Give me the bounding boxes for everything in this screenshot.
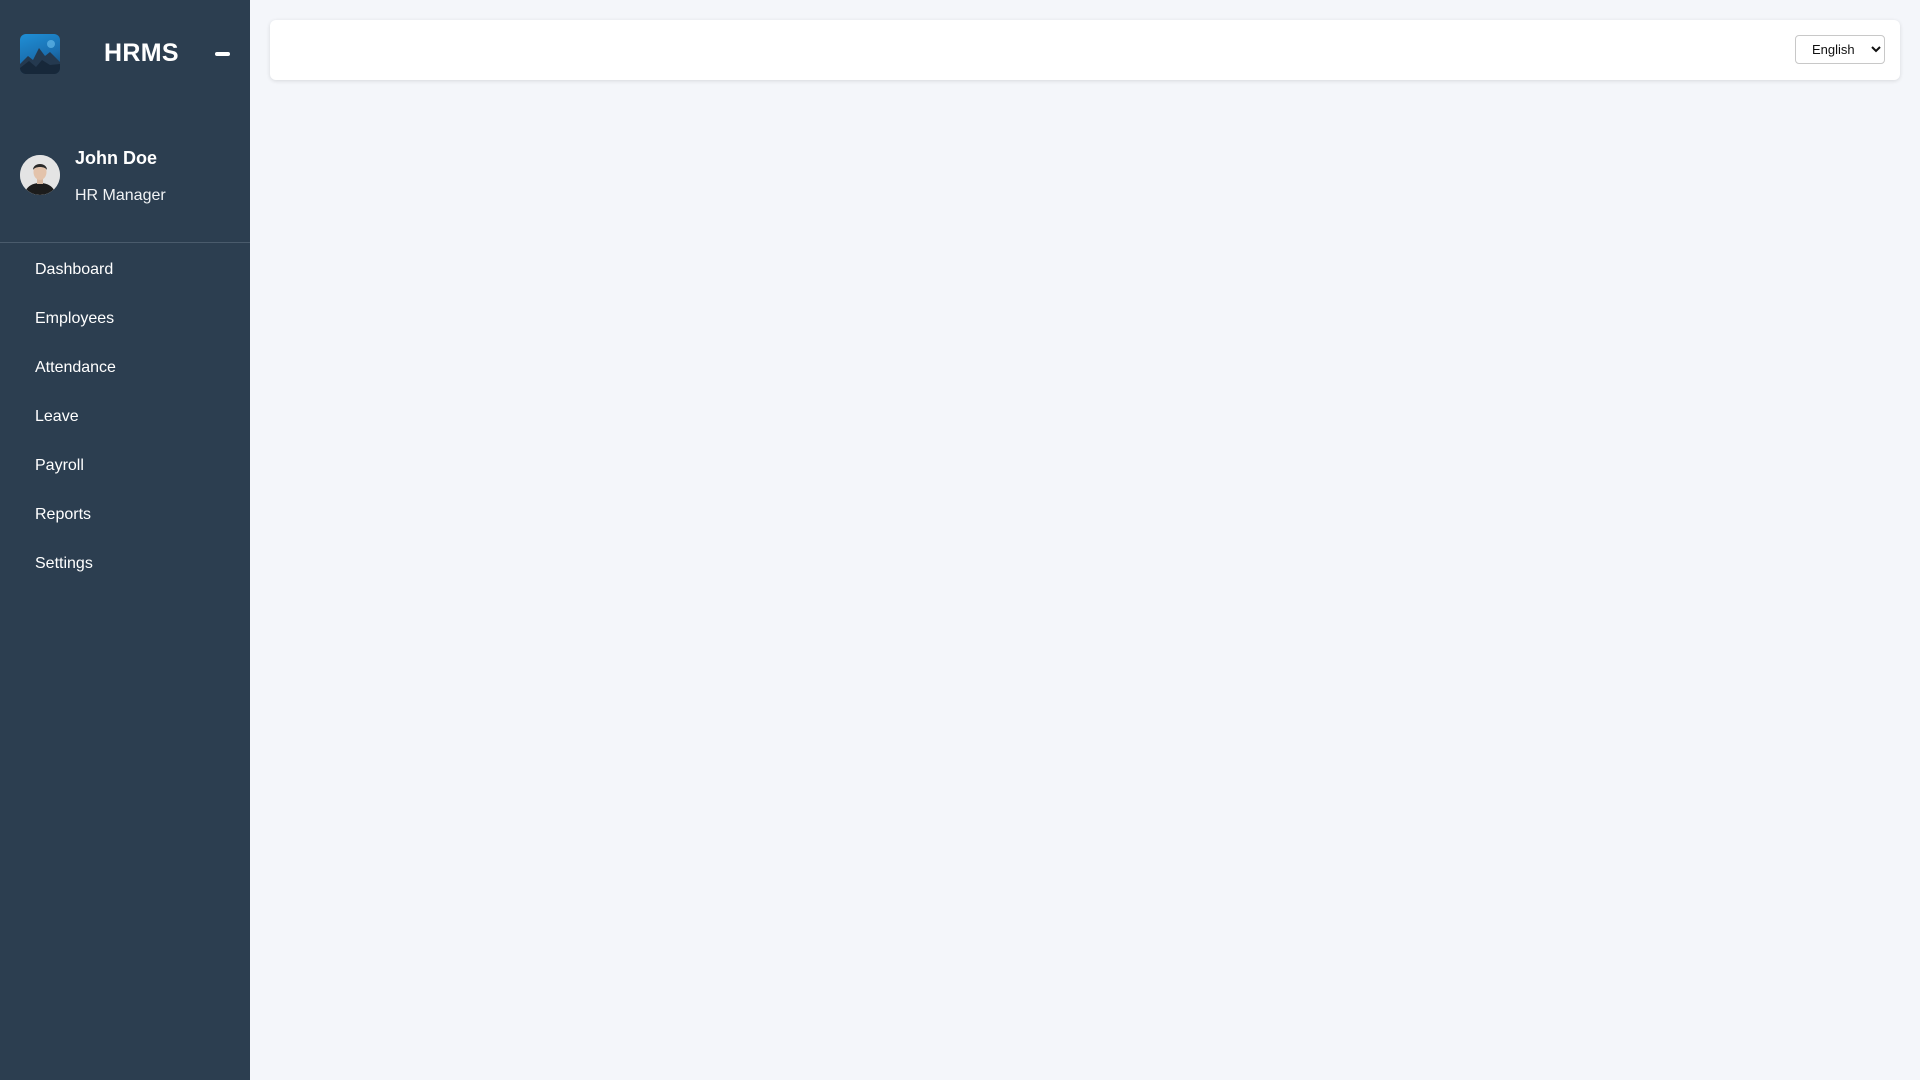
user-profile: John Doe HR Manager [0,108,250,243]
logo-mountain-icon [20,40,60,74]
sidebar-item-leave[interactable]: Leave [0,392,250,441]
sidebar-item-payroll[interactable]: Payroll [0,441,250,490]
app-title: HRMS [104,39,179,67]
sidebar-brand: HRMS [0,0,250,108]
sidebar-collapse-button[interactable] [212,44,232,64]
avatar-person-icon [20,155,60,195]
sidebar-item-reports[interactable]: Reports [0,490,250,539]
minus-icon [215,52,230,56]
user-name: John Doe [75,148,158,168]
user-role: HR Manager [75,187,166,204]
sidebar-nav: Dashboard Employees Attendance Leave Pay… [0,245,250,588]
language-select[interactable]: English [1795,35,1885,64]
sidebar-item-dashboard[interactable]: Dashboard [0,245,250,294]
sidebar: HRMS John Doe HR Manager Dashboard Emplo… [0,0,250,1080]
top-header: English [270,20,1900,80]
app-logo[interactable] [20,34,60,74]
sidebar-item-settings[interactable]: Settings [0,539,250,588]
user-avatar[interactable] [20,155,60,195]
app-root: HRMS John Doe HR Manager Dashboard Emplo… [0,0,1920,1080]
main-content: English [250,0,1920,1080]
sidebar-item-employees[interactable]: Employees [0,294,250,343]
sidebar-item-attendance[interactable]: Attendance [0,343,250,392]
